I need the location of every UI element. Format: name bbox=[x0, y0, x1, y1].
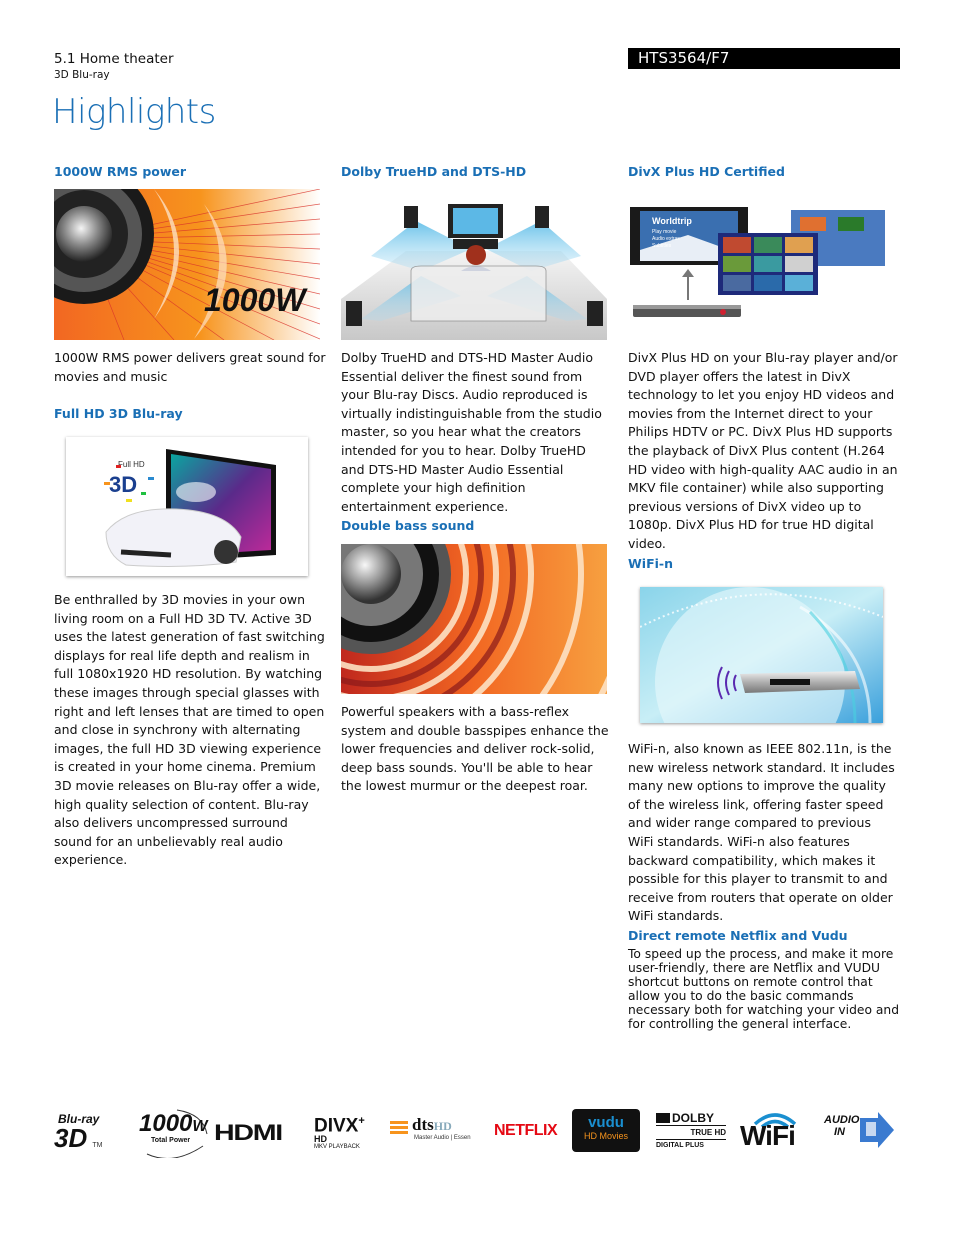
bluray-3d-logo: Blu-ray 3D TM bbox=[54, 1112, 124, 1154]
power-unit: W bbox=[192, 1118, 208, 1135]
feature-body-bass: Powerful speakers with a bass-reflex sys… bbox=[341, 704, 609, 794]
feature-heading-1000w: 1000W RMS power bbox=[54, 164, 187, 179]
netflix-logo: NETFLIX bbox=[494, 1122, 558, 1139]
feature-heading-bass: Double bass sound bbox=[341, 518, 475, 533]
bluray-3d-text: 3D bbox=[54, 1123, 88, 1153]
page-title: Highlights bbox=[52, 92, 216, 132]
feature-heading-netflix-vudu: Direct remote Netflix and Vudu bbox=[628, 928, 848, 943]
in-text: IN bbox=[834, 1126, 845, 1138]
feature-body-wifi: WiFi-n, also known as IEEE 802.11n, is t… bbox=[628, 741, 895, 924]
feature-heading-wifi: WiFi-n bbox=[628, 556, 673, 571]
feature-heading-dolby: Dolby TrueHD and DTS-HD bbox=[341, 164, 527, 179]
full-hd-3d-image: Full HD 3D bbox=[66, 437, 308, 576]
speaker-1000w-image: 1000W bbox=[54, 189, 320, 340]
image-text-menu-2: Audio extras bbox=[652, 236, 680, 242]
power-sub-text: Total Power bbox=[151, 1137, 191, 1144]
vudu-text: vudu bbox=[588, 1114, 624, 1131]
vudu-hd-movies-logo: vudu HD Movies bbox=[572, 1109, 640, 1152]
product-subtype: 3D Blu-ray bbox=[54, 69, 110, 81]
double-bass-image bbox=[341, 544, 607, 694]
dts-text: dts bbox=[412, 1115, 434, 1134]
wifi-text: WiFi bbox=[740, 1120, 796, 1151]
model-number-bar: HTS3564/F7 bbox=[628, 48, 900, 69]
divx-plus-text: + bbox=[358, 1115, 365, 1127]
feature-body-netflix-vudu: To speed up the process, and make it mor… bbox=[628, 947, 900, 1031]
divx-sub-text: MKV PLAYBACK bbox=[314, 1144, 360, 1151]
dts-hd-text: HD bbox=[433, 1119, 452, 1133]
divx-image: Worldtrip Play movie Audio extras Subtit… bbox=[628, 205, 890, 325]
divx-hd-text: HD bbox=[314, 1134, 327, 1145]
dts-hd-logo: dtsHD Master Audio | Essen bbox=[390, 1115, 480, 1147]
dolby-text: DOLBY bbox=[672, 1111, 714, 1125]
power-number: 1000 bbox=[139, 1110, 193, 1137]
surround-sound-image bbox=[341, 191, 607, 340]
trademark-text: TM bbox=[92, 1142, 103, 1149]
image-text-menu-3: Subtitles bbox=[652, 243, 672, 249]
image-text-menu-1: Play movie bbox=[652, 229, 677, 235]
dolby-truehd-text: TRUE HD bbox=[656, 1126, 726, 1140]
feature-heading-divx: DivX Plus HD Certified bbox=[628, 164, 785, 179]
hdmi-logo: HDMI bbox=[214, 1120, 283, 1145]
image-text-3d: 3D bbox=[109, 472, 137, 497]
dolby-digital-plus-text: DIGITAL PLUS bbox=[656, 1142, 704, 1149]
feature-body-dolby: Dolby TrueHD and DTS-HD Master Audio Ess… bbox=[341, 350, 602, 514]
divx-plus-hd-logo: DIVX+ HD MKV PLAYBACK bbox=[314, 1112, 394, 1152]
feature-heading-3d: Full HD 3D Blu-ray bbox=[54, 406, 183, 421]
feature-body-divx: DivX Plus HD on your Blu-ray player and/… bbox=[628, 350, 898, 551]
divx-text: DIVX bbox=[314, 1115, 359, 1137]
product-type: 5.1 Home theater bbox=[54, 51, 174, 67]
1000w-total-power-logo: 1000W Total Power bbox=[137, 1106, 209, 1158]
wifi-image bbox=[640, 587, 883, 723]
wifi-logo: WiFi bbox=[740, 1106, 810, 1154]
image-text-1000w: 1000W bbox=[204, 282, 308, 318]
feature-body-3d: Be enthralled by 3D movies in your own l… bbox=[54, 592, 325, 868]
image-text-full-hd: Full HD bbox=[118, 460, 145, 469]
audio-text: AUDIO bbox=[824, 1114, 860, 1126]
image-text-worldtrip: Worldtrip bbox=[652, 216, 692, 226]
feature-body-1000w: 1000W RMS power delivers great sound for… bbox=[54, 350, 326, 384]
audio-in-logo: AUDIO IN bbox=[824, 1112, 896, 1152]
dts-sub-text: Master Audio | Essen bbox=[414, 1135, 471, 1141]
dolby-truehd-logo: DOLBY TRUE HD DIGITAL PLUS bbox=[656, 1111, 726, 1153]
vudu-sub-text: HD Movies bbox=[583, 1131, 628, 1141]
